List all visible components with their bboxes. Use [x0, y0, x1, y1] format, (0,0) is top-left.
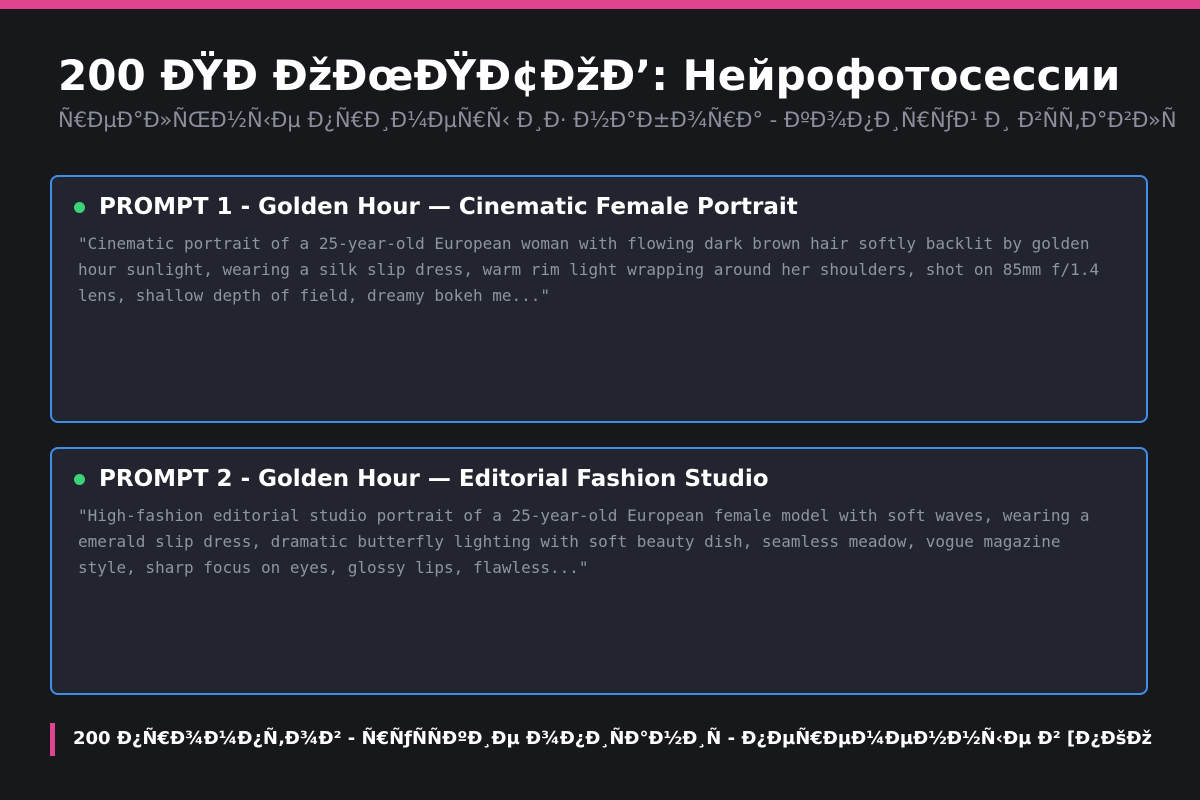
prompt-card-1[interactable]: PROMPT 1 - Golden Hour — Cinematic Femal… — [50, 175, 1148, 423]
prompt-title: PROMPT 2 - Golden Hour — Editorial Fashi… — [99, 466, 769, 492]
top-accent-bar — [0, 0, 1200, 9]
prompt-text: "Cinematic portrait of a 25-year-old Eur… — [78, 234, 1100, 305]
prompt-card-2[interactable]: PROMPT 2 - Golden Hour — Editorial Fashi… — [50, 447, 1148, 695]
status-dot-icon — [74, 202, 85, 213]
page-title: 200 ÐŸÐ ÐžÐœÐŸÐ¢ÐžÐ’: Нейрофотосессии — [58, 51, 1121, 100]
status-dot-icon — [74, 474, 85, 485]
prompt-title: PROMPT 1 - Golden Hour — Cinematic Femal… — [99, 194, 798, 220]
footer-text: 200 Ð¿Ñ€Ð¾Ð¼Ð¿Ñ‚Ð¾Ð² - Ñ€ÑƒÑÑÐºÐ¸Ðµ Ð¾Ð¿… — [73, 728, 1152, 749]
page-subtitle: Ñ€ÐµÐ°Ð»ÑŒÐ½Ñ‹Ðµ Ð¿Ñ€Ð¸Ð¼ÐµÑ€Ñ‹ Ð¸Ð· Ð½Ð… — [58, 108, 1177, 132]
footer-accent-bar — [50, 723, 55, 756]
prompt-text: "High-fashion editorial studio portrait … — [78, 506, 1090, 577]
